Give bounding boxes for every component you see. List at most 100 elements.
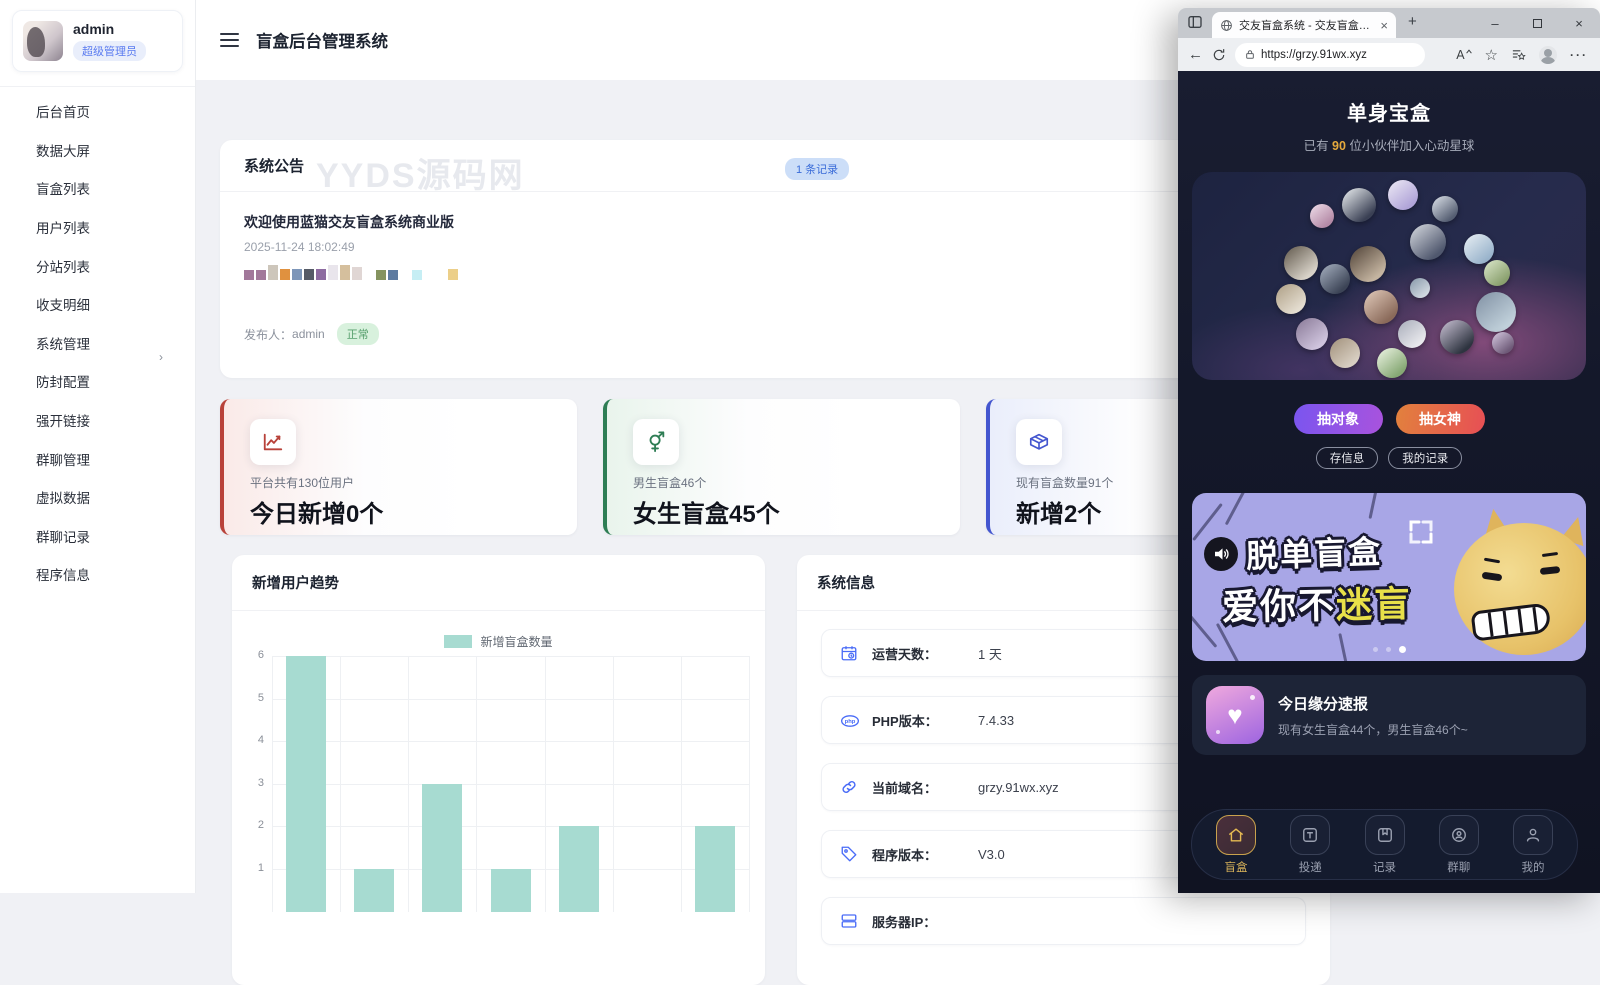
sidebar-item[interactable]: 强开链接 bbox=[0, 401, 195, 440]
emoji-swatch bbox=[412, 270, 422, 280]
menu-toggle-icon[interactable] bbox=[220, 33, 239, 47]
send-icon bbox=[1290, 814, 1331, 855]
sidebar-item[interactable]: 群聊记录 bbox=[0, 517, 195, 556]
sidebar-item[interactable]: 后台首页 bbox=[0, 92, 195, 131]
sidebar-menu: 后台首页 数据大屏 盲盒列表 用户列表 分站列表 收支明细 系统管理 › 防封配置 强开链接 群聊管… bbox=[0, 86, 195, 594]
gridline bbox=[272, 698, 749, 700]
read-aloud-icon[interactable]: A bbox=[1456, 48, 1472, 62]
sidebar-item[interactable]: 程序信息 bbox=[0, 555, 195, 594]
info-value: grzy.91wx.xyz bbox=[978, 779, 1059, 795]
promo-banner[interactable]: 脱单盲盒 爱你不迷盲 bbox=[1192, 493, 1586, 661]
maximize-button[interactable] bbox=[1516, 8, 1558, 38]
back-button[interactable]: ← bbox=[1188, 46, 1203, 63]
gridline bbox=[680, 656, 682, 912]
nav-label: 我的 bbox=[1521, 861, 1545, 874]
system-info-row: 服务器IP： bbox=[821, 897, 1306, 945]
member-avatar bbox=[1410, 224, 1446, 260]
user-name: admin bbox=[73, 21, 115, 37]
emoji-swatch bbox=[316, 269, 326, 280]
publisher-label: 发布人： bbox=[244, 327, 293, 342]
php-icon: php bbox=[840, 711, 859, 729]
draw-goddess-button[interactable]: 抽女神 bbox=[1395, 404, 1485, 434]
nav-item-记录[interactable]: 记录 bbox=[1364, 814, 1405, 875]
anger-mark-icon bbox=[1409, 520, 1433, 544]
y-axis-label: 4 bbox=[257, 734, 264, 747]
info-label: 当前域名： bbox=[872, 780, 938, 796]
nav-item-群聊[interactable]: 群聊 bbox=[1438, 814, 1479, 875]
nav-item-我的[interactable]: 我的 bbox=[1513, 814, 1553, 875]
url-text: https://grzy.91wx.xyz bbox=[1261, 48, 1367, 61]
save-info-button[interactable]: 存信息 bbox=[1315, 447, 1379, 469]
address-bar[interactable]: https://grzy.91wx.xyz bbox=[1235, 42, 1425, 67]
tab-actions-icon[interactable] bbox=[1187, 14, 1203, 30]
gridline bbox=[272, 826, 749, 828]
sidebar-item[interactable]: 防封配置 bbox=[0, 362, 195, 401]
emoji-swatch bbox=[376, 270, 386, 280]
stat-card: 平台共有130位用户 今日新增0个 bbox=[220, 399, 577, 535]
chart-legend: 新增盲盒数量 bbox=[232, 633, 765, 650]
profile-icon[interactable] bbox=[1539, 45, 1557, 64]
sidebar-item[interactable]: 盲盒列表 bbox=[0, 169, 195, 208]
info-label: 服务器IP： bbox=[872, 914, 937, 930]
nav-item-投递[interactable]: 投递 bbox=[1290, 814, 1331, 875]
sidebar-item[interactable]: 群聊管理 bbox=[0, 439, 195, 478]
refresh-button[interactable] bbox=[1212, 48, 1226, 62]
tab-close-icon[interactable]: × bbox=[1380, 19, 1388, 32]
favorite-star-icon[interactable]: ☆ bbox=[1485, 46, 1498, 64]
gridline bbox=[272, 741, 749, 743]
sidebar-item[interactable]: 系统管理 › bbox=[0, 324, 195, 364]
speaker-icon bbox=[1204, 537, 1238, 571]
y-axis-label: 1 bbox=[257, 862, 264, 874]
user-card[interactable]: admin 超级管理员 bbox=[12, 10, 183, 72]
collections-icon[interactable] bbox=[1511, 47, 1526, 62]
banner-line1: 脱单盲盒 bbox=[1245, 533, 1383, 575]
sidebar-item[interactable]: 虚拟数据 bbox=[0, 478, 195, 517]
member-avatar bbox=[1276, 284, 1306, 314]
sidebar-item[interactable]: 分站列表 bbox=[0, 246, 195, 285]
draw-partner-button[interactable]: 抽对象 bbox=[1293, 404, 1383, 434]
member-avatar bbox=[1464, 234, 1494, 264]
emoji-swatch bbox=[292, 269, 302, 280]
nav-label: 群聊 bbox=[1447, 861, 1471, 874]
carousel-dot-active[interactable] bbox=[1398, 646, 1406, 653]
close-button[interactable]: × bbox=[1558, 8, 1600, 38]
doge-mascot bbox=[1448, 506, 1586, 661]
link-icon bbox=[840, 778, 858, 796]
stat-card: 男生盲盒46个 女生盲盒45个 bbox=[603, 399, 960, 535]
sidebar-item[interactable]: 数据大屏 bbox=[0, 131, 195, 170]
member-avatar bbox=[1492, 332, 1514, 354]
info-value: V3.0 bbox=[978, 846, 1005, 862]
browser-tab[interactable]: 交友盲盒系统 - 交友盲盒系统 × bbox=[1212, 12, 1396, 38]
chart-bar bbox=[558, 826, 599, 912]
y-axis-label: 5 bbox=[257, 691, 264, 704]
chart-bar bbox=[490, 869, 531, 912]
minimize-button[interactable]: – bbox=[1474, 8, 1516, 38]
daily-report-card[interactable]: ♥ 今日缘分速报 现有女生盲盒44个，男生盲盒46个~ bbox=[1192, 675, 1586, 755]
member-avatar bbox=[1398, 320, 1426, 348]
user-trend-panel: 新增用户趋势 新增盲盒数量 6 5 4 3 2 1 bbox=[232, 555, 765, 985]
page-title: 盲盒后台管理系统 bbox=[256, 33, 388, 51]
new-tab-button[interactable]: + bbox=[1408, 13, 1417, 30]
my-records-button[interactable]: 我的记录 bbox=[1388, 447, 1463, 469]
nav-item-盲盒[interactable]: 盲盒 bbox=[1216, 814, 1256, 875]
browser-menu-icon[interactable]: ··· bbox=[1570, 48, 1588, 62]
emoji-swatch bbox=[256, 270, 266, 280]
sidebar-item[interactable]: 收支明细 bbox=[0, 285, 195, 324]
sidebar-item[interactable]: 用户列表 bbox=[0, 208, 195, 247]
member-avatar bbox=[1377, 348, 1407, 378]
member-avatar bbox=[1330, 338, 1360, 368]
chart-bar bbox=[694, 826, 735, 912]
gridline bbox=[408, 656, 410, 912]
admin-sidebar: admin 超级管理员 后台首页 数据大屏 盲盒列表 用户列表 分站列表 收支明细 系统管理… bbox=[0, 0, 196, 893]
lock-icon bbox=[1246, 50, 1254, 59]
banner-line2: 爱你不迷盲 bbox=[1221, 583, 1413, 628]
legend-label: 新增盲盒数量 bbox=[480, 635, 553, 649]
browser-window: 交友盲盒系统 - 交友盲盒系统 × + – × ← https://grzy.9… bbox=[1178, 8, 1600, 893]
carousel-dot[interactable] bbox=[1372, 647, 1378, 652]
carousel-dot[interactable] bbox=[1385, 647, 1391, 652]
svg-text:php: php bbox=[845, 719, 856, 725]
emoji-swatch bbox=[448, 269, 458, 280]
emoji-swatch bbox=[352, 267, 362, 280]
nav-label: 投递 bbox=[1298, 861, 1322, 874]
member-avatar bbox=[1364, 290, 1398, 324]
